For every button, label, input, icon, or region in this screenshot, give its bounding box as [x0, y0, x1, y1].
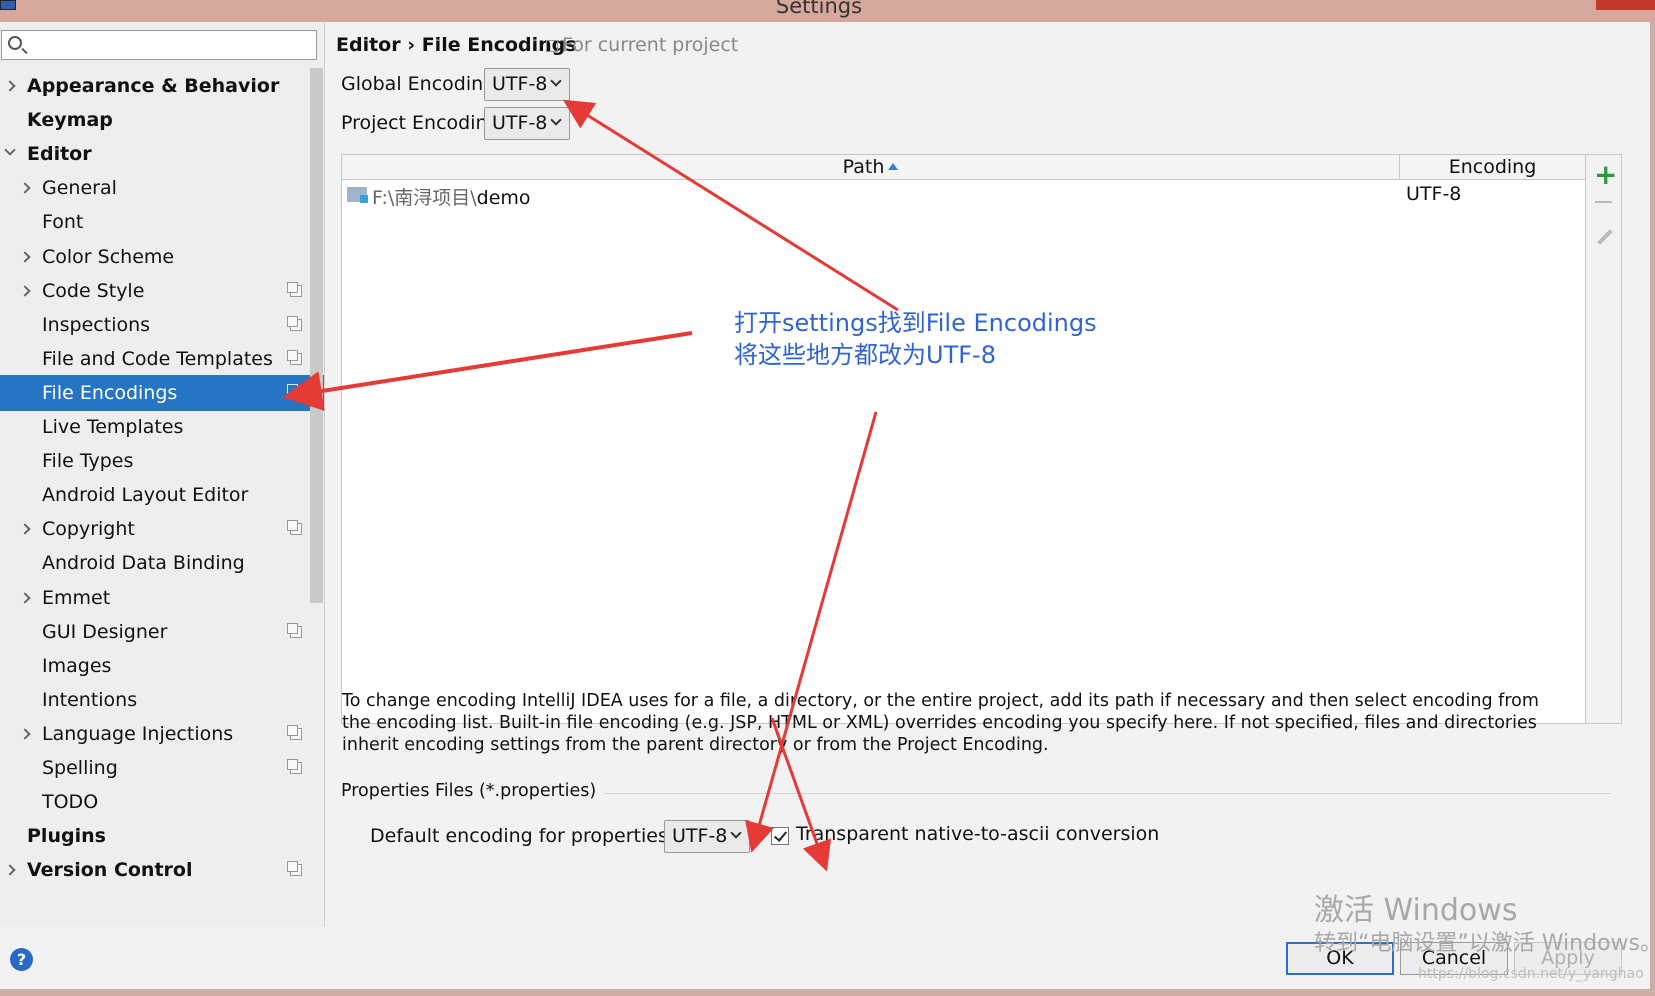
source-url-watermark: https://blog.csdn.net/y_yanghao — [1418, 966, 1644, 982]
activation-watermark-hint: 转到“电脑设置”以激活 Windows。 — [1314, 931, 1655, 956]
activation-watermark: 激活 Windows — [1314, 893, 1518, 928]
arrow-to-properties-encoding — [745, 411, 878, 853]
annotation-arrows — [282, 99, 899, 872]
arrow-to-file-encodings — [282, 331, 693, 411]
arrow-to-checkbox — [770, 717, 832, 872]
arrow-to-global-encoding — [562, 99, 899, 312]
